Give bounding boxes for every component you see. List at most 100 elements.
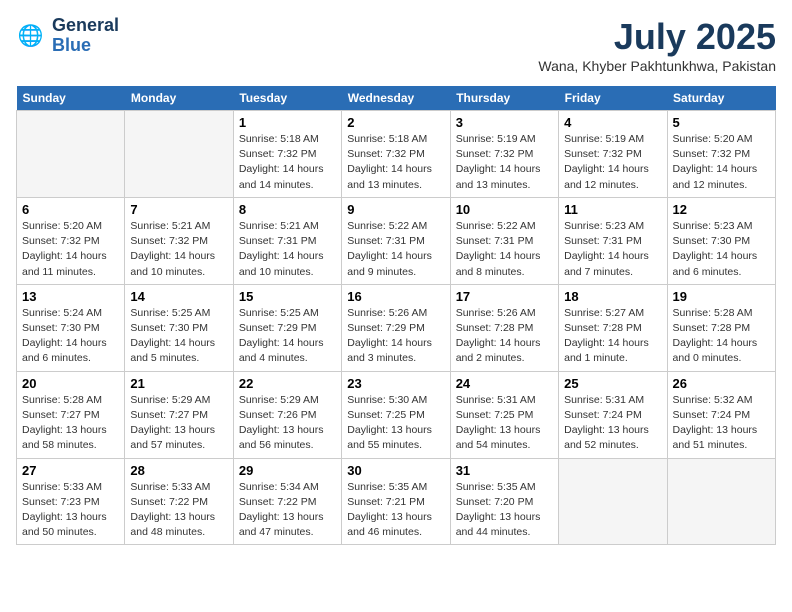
calendar-cell: 11 Sunrise: 5:23 AMSunset: 7:31 PMDayligh…: [559, 197, 667, 284]
day-info: Sunrise: 5:19 AMSunset: 7:32 PMDaylight:…: [456, 132, 553, 193]
calendar-cell: 13 Sunrise: 5:24 AMSunset: 7:30 PMDayligh…: [17, 284, 125, 371]
calendar-cell: 9Sunrise: 5:22 AMSunset: 7:31 PMDaylight…: [342, 197, 450, 284]
day-info: Sunrise: 5:18 AMSunset: 7:32 PMDaylight:…: [239, 132, 336, 193]
calendar-week-row: 27Sunrise: 5:33 AMSunset: 7:23 PMDayligh…: [17, 458, 776, 545]
weekday-header: Friday: [559, 86, 667, 111]
calendar-cell: [559, 458, 667, 545]
day-info: Sunrise: 5:32 AMSunset: 7:24 PMDaylight:…: [673, 393, 770, 454]
calendar-week-row: 13 Sunrise: 5:24 AMSunset: 7:30 PMDayligh…: [17, 284, 776, 371]
day-info: Sunrise: 5:26 AMSunset: 7:29 PMDaylight:…: [347, 306, 444, 367]
day-number: 29: [239, 463, 336, 478]
calendar-cell: [17, 111, 125, 198]
day-number: 30: [347, 463, 444, 478]
title-block: July 2025 Wana, Khyber Pakhtunkhwa, Paki…: [538, 16, 776, 74]
calendar-cell: 23 Sunrise: 5:30 AMSunset: 7:25 PMDayligh…: [342, 371, 450, 458]
calendar-cell: 20 Sunrise: 5:28 AMSunset: 7:27 PMDayligh…: [17, 371, 125, 458]
calendar-cell: 12Sunrise: 5:23 AMSunset: 7:30 PMDayligh…: [667, 197, 775, 284]
calendar-cell: 28 Sunrise: 5:33 AMSunset: 7:22 PMDayligh…: [125, 458, 233, 545]
day-info: Sunrise: 5:19 AMSunset: 7:32 PMDaylight:…: [564, 132, 661, 193]
calendar-cell: 25Sunrise: 5:31 AMSunset: 7:24 PMDayligh…: [559, 371, 667, 458]
month-year: July 2025: [538, 16, 776, 58]
calendar-week-row: 6 Sunrise: 5:20 AMSunset: 7:32 PMDaylight…: [17, 197, 776, 284]
day-number: 13: [22, 289, 119, 304]
day-info: Sunrise: 5:35 AMSunset: 7:21 PMDaylight:…: [347, 480, 444, 541]
day-number: 24: [456, 376, 553, 391]
page-header: 🌐 General Blue July 2025 Wana, Khyber Pa…: [16, 16, 776, 74]
day-info: Sunrise: 5:21 AMSunset: 7:32 PMDaylight:…: [130, 219, 227, 280]
day-number: 23: [347, 376, 444, 391]
calendar-cell: 3 Sunrise: 5:19 AMSunset: 7:32 PMDaylight…: [450, 111, 558, 198]
day-number: 4: [564, 115, 661, 130]
day-info: Sunrise: 5:20 AMSunset: 7:32 PMDaylight:…: [673, 132, 770, 193]
calendar-cell: 16Sunrise: 5:26 AMSunset: 7:29 PMDayligh…: [342, 284, 450, 371]
day-info: Sunrise: 5:33 AMSunset: 7:23 PMDaylight:…: [22, 480, 119, 541]
calendar-cell: [125, 111, 233, 198]
calendar-cell: 5 Sunrise: 5:20 AMSunset: 7:32 PMDaylight…: [667, 111, 775, 198]
day-info: Sunrise: 5:23 AMSunset: 7:30 PMDaylight:…: [673, 219, 770, 280]
weekday-header: Monday: [125, 86, 233, 111]
calendar-cell: 2Sunrise: 5:18 AMSunset: 7:32 PMDaylight…: [342, 111, 450, 198]
day-info: Sunrise: 5:22 AMSunset: 7:31 PMDaylight:…: [347, 219, 444, 280]
day-info: Sunrise: 5:30 AMSunset: 7:25 PMDaylight:…: [347, 393, 444, 454]
day-info: Sunrise: 5:24 AMSunset: 7:30 PMDaylight:…: [22, 306, 119, 367]
location: Wana, Khyber Pakhtunkhwa, Pakistan: [538, 58, 776, 74]
calendar-cell: 22 Sunrise: 5:29 AMSunset: 7:26 PMDayligh…: [233, 371, 341, 458]
calendar-cell: 14 Sunrise: 5:25 AMSunset: 7:30 PMDayligh…: [125, 284, 233, 371]
day-number: 14: [130, 289, 227, 304]
day-info: Sunrise: 5:29 AMSunset: 7:26 PMDaylight:…: [239, 393, 336, 454]
day-info: Sunrise: 5:35 AMSunset: 7:20 PMDaylight:…: [456, 480, 553, 541]
day-info: Sunrise: 5:33 AMSunset: 7:22 PMDaylight:…: [130, 480, 227, 541]
day-number: 28: [130, 463, 227, 478]
day-info: Sunrise: 5:21 AMSunset: 7:31 PMDaylight:…: [239, 219, 336, 280]
day-number: 19: [673, 289, 770, 304]
calendar-cell: 31Sunrise: 5:35 AMSunset: 7:20 PMDayligh…: [450, 458, 558, 545]
day-info: Sunrise: 5:25 AMSunset: 7:30 PMDaylight:…: [130, 306, 227, 367]
calendar-week-row: 1 Sunrise: 5:18 AMSunset: 7:32 PMDaylight…: [17, 111, 776, 198]
day-info: Sunrise: 5:28 AMSunset: 7:27 PMDaylight:…: [22, 393, 119, 454]
day-info: Sunrise: 5:27 AMSunset: 7:28 PMDaylight:…: [564, 306, 661, 367]
day-info: Sunrise: 5:26 AMSunset: 7:28 PMDaylight:…: [456, 306, 553, 367]
day-number: 26: [673, 376, 770, 391]
day-info: Sunrise: 5:23 AMSunset: 7:31 PMDaylight:…: [564, 219, 661, 280]
day-info: Sunrise: 5:28 AMSunset: 7:28 PMDaylight:…: [673, 306, 770, 367]
day-info: Sunrise: 5:29 AMSunset: 7:27 PMDaylight:…: [130, 393, 227, 454]
day-number: 11: [564, 202, 661, 217]
day-info: Sunrise: 5:20 AMSunset: 7:32 PMDaylight:…: [22, 219, 119, 280]
day-number: 10: [456, 202, 553, 217]
weekday-header: Thursday: [450, 86, 558, 111]
logo-icon: 🌐: [16, 20, 48, 52]
calendar-cell: 1 Sunrise: 5:18 AMSunset: 7:32 PMDaylight…: [233, 111, 341, 198]
weekday-header: Saturday: [667, 86, 775, 111]
day-number: 7: [130, 202, 227, 217]
logo-text: General Blue: [52, 16, 119, 56]
logo: 🌐 General Blue: [16, 16, 119, 56]
day-number: 3: [456, 115, 553, 130]
calendar-cell: 21Sunrise: 5:29 AMSunset: 7:27 PMDayligh…: [125, 371, 233, 458]
calendar-cell: 19 Sunrise: 5:28 AMSunset: 7:28 PMDayligh…: [667, 284, 775, 371]
day-number: 6: [22, 202, 119, 217]
calendar-cell: 8Sunrise: 5:21 AMSunset: 7:31 PMDaylight…: [233, 197, 341, 284]
calendar-week-row: 20 Sunrise: 5:28 AMSunset: 7:27 PMDayligh…: [17, 371, 776, 458]
svg-text:🌐: 🌐: [18, 23, 44, 47]
calendar-cell: 18 Sunrise: 5:27 AMSunset: 7:28 PMDayligh…: [559, 284, 667, 371]
day-number: 15: [239, 289, 336, 304]
day-info: Sunrise: 5:34 AMSunset: 7:22 PMDaylight:…: [239, 480, 336, 541]
day-number: 1: [239, 115, 336, 130]
calendar-cell: 7 Sunrise: 5:21 AMSunset: 7:32 PMDaylight…: [125, 197, 233, 284]
calendar-cell: 30 Sunrise: 5:35 AMSunset: 7:21 PMDayligh…: [342, 458, 450, 545]
weekday-header: Tuesday: [233, 86, 341, 111]
calendar-cell: 6 Sunrise: 5:20 AMSunset: 7:32 PMDaylight…: [17, 197, 125, 284]
day-number: 22: [239, 376, 336, 391]
day-number: 18: [564, 289, 661, 304]
calendar-cell: 24Sunrise: 5:31 AMSunset: 7:25 PMDayligh…: [450, 371, 558, 458]
day-info: Sunrise: 5:18 AMSunset: 7:32 PMDaylight:…: [347, 132, 444, 193]
calendar-cell: [667, 458, 775, 545]
day-number: 5: [673, 115, 770, 130]
day-info: Sunrise: 5:25 AMSunset: 7:29 PMDaylight:…: [239, 306, 336, 367]
day-number: 20: [22, 376, 119, 391]
calendar-cell: 17Sunrise: 5:26 AMSunset: 7:28 PMDayligh…: [450, 284, 558, 371]
calendar-cell: 4 Sunrise: 5:19 AMSunset: 7:32 PMDaylight…: [559, 111, 667, 198]
calendar-cell: 29 Sunrise: 5:34 AMSunset: 7:22 PMDayligh…: [233, 458, 341, 545]
calendar-table: SundayMondayTuesdayWednesdayThursdayFrid…: [16, 86, 776, 545]
day-number: 25: [564, 376, 661, 391]
